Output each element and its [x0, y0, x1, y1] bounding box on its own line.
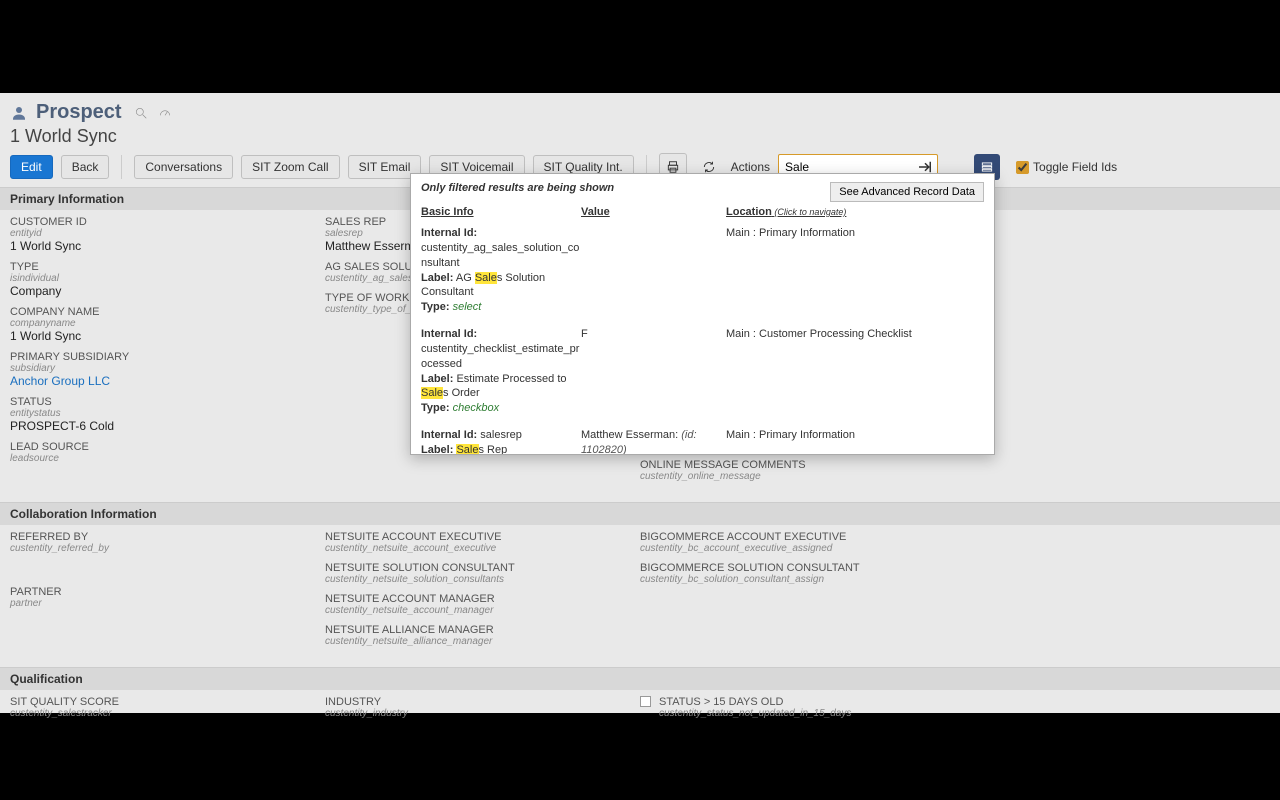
toggle-field-ids[interactable]: Toggle Field Ids — [1016, 160, 1117, 174]
field-id: custentity_netsuite_account_executive — [325, 543, 624, 554]
toggle-field-ids-checkbox[interactable] — [1016, 161, 1029, 174]
field: BIGCOMMERCE ACCOUNT EXECUTIVEcustentity_… — [640, 531, 939, 554]
field-label: NETSUITE ACCOUNT EXECUTIVE — [325, 531, 624, 543]
field-value: 1 World Sync — [10, 239, 309, 253]
field-label: PRIMARY SUBSIDIARY — [10, 351, 309, 363]
field-label: STATUS > 15 DAYS OLD — [659, 696, 851, 708]
field-value[interactable]: Anchor Group LLC — [10, 374, 309, 388]
field: STATUSentitystatusPROSPECT-6 Cold — [10, 396, 309, 433]
field: ONLINE MESSAGE COMMENTScustentity_online… — [640, 459, 939, 482]
actions-label: Actions — [731, 160, 770, 174]
person-icon — [10, 104, 28, 122]
field-label: NETSUITE ALLIANCE MANAGER — [325, 624, 624, 636]
field-label: REFERRED BY — [10, 531, 309, 543]
field: TYPEisindividualCompany — [10, 261, 309, 298]
field-label: NETSUITE ACCOUNT MANAGER — [325, 593, 624, 605]
field-value: 1 World Sync — [10, 329, 309, 343]
field-id: custentity_online_message — [640, 471, 939, 482]
field: LEAD SOURCEleadsource — [10, 441, 309, 464]
section-collab-body: REFERRED BYcustentity_referred_by PARTNER… — [0, 525, 1280, 667]
section-collab-header: Collaboration Information — [0, 502, 1280, 525]
field: SIT QUALITY SCOREcustentity_salestracker — [10, 696, 309, 719]
filtered-notice: Only filtered results are being shown — [421, 182, 614, 194]
field-value: PROSPECT-6 Cold — [10, 419, 309, 433]
field-id: custentity_industry — [325, 708, 624, 719]
field-id: custentity_bc_account_executive_assigned — [640, 543, 939, 554]
field-id: custentity_netsuite_account_manager — [325, 605, 624, 616]
field: NETSUITE ACCOUNT MANAGERcustentity_netsu… — [325, 593, 624, 616]
field: NETSUITE ALLIANCE MANAGERcustentity_nets… — [325, 624, 624, 647]
field: REFERRED BYcustentity_referred_by — [10, 531, 309, 554]
field: BIGCOMMERCE SOLUTION CONSULTANTcustentit… — [640, 562, 939, 585]
field: COMPANY NAMEcompanyname1 World Sync — [10, 306, 309, 343]
field: CUSTOMER IDentityid1 World Sync — [10, 216, 309, 253]
field-id: entitystatus — [10, 408, 309, 419]
field: NETSUITE ACCOUNT EXECUTIVEcustentity_net… — [325, 531, 624, 554]
popup-column-headers: Basic Info Value Location (Click to navi… — [411, 202, 994, 222]
field-value: Company — [10, 284, 309, 298]
field-label: SIT QUALITY SCORE — [10, 696, 309, 708]
checkbox-icon[interactable] — [640, 696, 651, 707]
page-header: Prospect 1 World Sync — [0, 93, 1280, 147]
record-name: 1 World Sync — [10, 126, 1270, 147]
search-icon[interactable] — [134, 106, 148, 120]
gauge-icon[interactable] — [158, 106, 172, 120]
field-id: custentity_status_not_updated_in_15_days — [659, 708, 851, 719]
field-label: INDUSTRY — [325, 696, 624, 708]
edit-button[interactable]: Edit — [10, 155, 53, 179]
field-label: PARTNER — [10, 586, 309, 598]
field: INDUSTRYcustentity_industry — [325, 696, 624, 719]
field-id: partner — [10, 598, 309, 609]
popup-row[interactable]: Internal Id: salesrepLabel: Sales RepTyp… — [411, 424, 994, 454]
field-label: BIGCOMMERCE SOLUTION CONSULTANT — [640, 562, 939, 574]
field-label: STATUS — [10, 396, 309, 408]
field-id: custentity_bc_solution_consultant_assign — [640, 574, 939, 585]
separator — [121, 155, 122, 179]
field-label: BIGCOMMERCE ACCOUNT EXECUTIVE — [640, 531, 939, 543]
field-label: ONLINE MESSAGE COMMENTS — [640, 459, 939, 471]
field-label: COMPANY NAME — [10, 306, 309, 318]
popup-row[interactable]: Internal Id: custentity_ag_sales_solutio… — [411, 222, 994, 323]
field-id: custentity_referred_by — [10, 543, 309, 554]
field-label: NETSUITE SOLUTION CONSULTANT — [325, 562, 624, 574]
field: PRIMARY SUBSIDIARYsubsidiaryAnchor Group… — [10, 351, 309, 388]
field-id: custentity_netsuite_solution_consultants — [325, 574, 624, 585]
field-id: subsidiary — [10, 363, 309, 374]
page-title: Prospect — [36, 101, 122, 124]
field-id: isindividual — [10, 273, 309, 284]
field: STATUS > 15 DAYS OLDcustentity_status_no… — [640, 696, 939, 719]
sit-zoom-button[interactable]: SIT Zoom Call — [241, 155, 339, 179]
popup-row[interactable]: Internal Id: custentity_checklist_estima… — [411, 323, 994, 424]
section-qual-header: Qualification — [0, 667, 1280, 690]
see-advanced-button[interactable]: See Advanced Record Data — [830, 182, 984, 202]
back-button[interactable]: Back — [61, 155, 110, 179]
field: PARTNERpartner — [10, 586, 309, 609]
field-id: custentity_netsuite_alliance_manager — [325, 636, 624, 647]
field-id: custentity_salestracker — [10, 708, 309, 719]
section-qual-body: SIT QUALITY SCOREcustentity_salestracker… — [0, 690, 1280, 739]
field-id: leadsource — [10, 453, 309, 464]
field-id: entityid — [10, 228, 309, 239]
field-label: CUSTOMER ID — [10, 216, 309, 228]
field-label: LEAD SOURCE — [10, 441, 309, 453]
field: NETSUITE SOLUTION CONSULTANTcustentity_n… — [325, 562, 624, 585]
conversations-button[interactable]: Conversations — [134, 155, 233, 179]
field-label: TYPE — [10, 261, 309, 273]
field-search-popup: Only filtered results are being shown Se… — [410, 173, 995, 455]
field-id: companyname — [10, 318, 309, 329]
